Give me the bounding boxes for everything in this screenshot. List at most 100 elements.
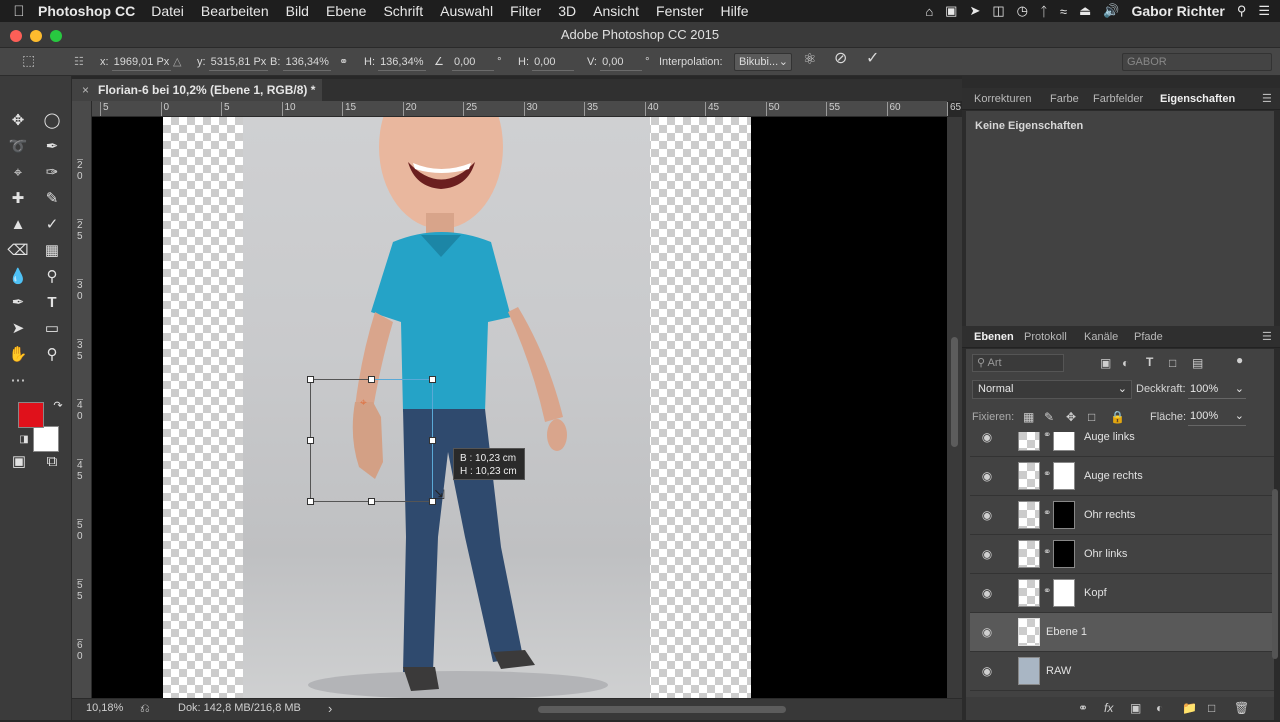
workspace-select[interactable]: GABOR xyxy=(1122,53,1272,71)
close-window-button[interactable] xyxy=(10,30,22,42)
pen-tool-icon[interactable]: ✒ xyxy=(6,291,30,315)
vskew-field[interactable]: 0,00 xyxy=(600,54,643,71)
share-icon[interactable]: ⎌ xyxy=(140,701,150,716)
vertical-scrollbar[interactable] xyxy=(947,117,962,698)
menu-auswahl[interactable]: Auswahl xyxy=(440,3,493,19)
menu-ebene[interactable]: Ebene xyxy=(326,3,366,19)
vertical-ruler[interactable]: 2 02 53 03 54 04 55 05 56 06 5 xyxy=(72,101,92,722)
transform-handle[interactable] xyxy=(307,498,314,505)
horizontal-ruler[interactable]: 5 0 5 10 15 20 25 30 35 40 45 50 55 60 65 xyxy=(92,101,961,117)
transform-bounding-box[interactable] xyxy=(310,379,433,502)
lock-artboard-icon[interactable]: □ xyxy=(1088,410,1095,424)
blur-tool-icon[interactable]: 💧 xyxy=(6,265,30,289)
notification-center-icon[interactable]: ☰ xyxy=(1258,3,1270,19)
default-colors-icon[interactable]: ◨ xyxy=(12,428,36,452)
layer-row[interactable]: ◉ ⚭ Kopf xyxy=(970,574,1274,613)
tab-eigenschaften[interactable]: Eigenschaften xyxy=(1160,88,1235,110)
filter-type-icon[interactable]: T xyxy=(1146,355,1153,369)
menu-ansicht[interactable]: Ansicht xyxy=(593,3,639,19)
transform-handle[interactable] xyxy=(429,437,436,444)
layers-panel-menu-icon[interactable]: ☰ xyxy=(1262,326,1272,348)
clone-stamp-tool-icon[interactable]: ▲ xyxy=(6,213,30,237)
tab-kanaele[interactable]: Kanäle xyxy=(1084,326,1118,348)
volume-icon[interactable]: 🔊 xyxy=(1103,3,1119,19)
y-field[interactable]: 5315,81 Px xyxy=(208,54,269,71)
menu-bild[interactable]: Bild xyxy=(286,3,309,19)
zoom-level[interactable]: 10,18% xyxy=(86,702,123,714)
eye-icon[interactable]: ◉ xyxy=(980,469,994,483)
lasso-tool-icon[interactable]: ➰ xyxy=(6,135,30,159)
transform-handle[interactable] xyxy=(307,437,314,444)
type-tool-icon[interactable]: T xyxy=(40,291,64,315)
close-tab-icon[interactable]: × xyxy=(82,79,89,101)
eye-icon[interactable]: ◉ xyxy=(980,664,994,678)
panel-menu-icon[interactable]: ☰ xyxy=(1262,88,1272,110)
spotlight-search-icon[interactable]: ⚲ xyxy=(1237,3,1247,19)
layers-scroll-thumb[interactable] xyxy=(1272,489,1278,659)
quick-mask-icon[interactable]: ▣ xyxy=(7,450,31,474)
layer-mask-thumbnail[interactable] xyxy=(1053,579,1075,607)
move-tool-icon[interactable]: ✥ xyxy=(6,109,30,133)
dodge-tool-icon[interactable]: ⚲ xyxy=(40,265,64,289)
add-mask-icon[interactable]: ▣ xyxy=(1130,701,1141,715)
user-name[interactable]: Gabor Richter xyxy=(1131,3,1224,19)
link-icon[interactable]: ⚭ xyxy=(1043,547,1051,558)
eyedropper-tool-icon[interactable]: ✑ xyxy=(40,161,64,185)
layer-row[interactable]: ◉ ⚭ Auge links xyxy=(970,432,1274,457)
display-icon[interactable]: ◫ xyxy=(992,3,1004,19)
transform-handle[interactable] xyxy=(307,376,314,383)
photo-icon[interactable]: ▣ xyxy=(945,3,957,19)
transform-handle[interactable] xyxy=(429,376,436,383)
home-icon[interactable]: ⌂ xyxy=(925,4,933,19)
screen-mode-icon[interactable]: ⧉ xyxy=(40,450,64,474)
new-group-icon[interactable]: 📁 xyxy=(1182,701,1197,715)
filter-pixel-icon[interactable]: ▣ xyxy=(1100,356,1111,370)
width-field[interactable]: 136,34% xyxy=(283,54,331,71)
filter-adjustment-icon[interactable]: ◐ xyxy=(1122,356,1129,370)
marquee-tool-icon[interactable]: ◯ xyxy=(40,109,64,133)
layer-mask-thumbnail[interactable] xyxy=(1053,501,1075,529)
tab-farbfelder[interactable]: Farbfelder xyxy=(1093,88,1143,110)
adjustment-layer-icon[interactable]: ◐ xyxy=(1156,701,1163,715)
transform-handle[interactable] xyxy=(368,498,375,505)
foreground-color-swatch[interactable] xyxy=(18,402,44,428)
layer-filter-select[interactable]: ⚲ Art xyxy=(972,354,1064,372)
x-field[interactable]: 1969,01 Px xyxy=(111,54,172,71)
tab-pfade[interactable]: Pfade xyxy=(1134,326,1163,348)
lock-position-icon[interactable]: ✥ xyxy=(1066,410,1076,424)
blend-mode-select[interactable]: Normal ⌄ xyxy=(972,380,1132,399)
eye-icon[interactable]: ◉ xyxy=(980,508,994,522)
layer-row[interactable]: ◉ ⚭ Ohr links xyxy=(970,535,1274,574)
layer-mask-thumbnail[interactable] xyxy=(1053,540,1075,568)
menu-hilfe[interactable]: Hilfe xyxy=(721,3,749,19)
layer-style-icon[interactable]: fx xyxy=(1104,701,1113,715)
transform-tool-icon[interactable]: ⬚ xyxy=(22,52,35,68)
filter-smart-object-icon[interactable]: ▤ xyxy=(1192,356,1203,370)
link-icon[interactable]: ⚭ xyxy=(339,54,348,70)
transform-handle[interactable] xyxy=(368,376,375,383)
eject-icon[interactable]: ⏏ xyxy=(1079,3,1091,19)
link-icon[interactable]: ⚭ xyxy=(1043,586,1051,597)
link-icon[interactable]: ⚭ xyxy=(1043,469,1051,480)
app-menu[interactable]: Photoshop CC xyxy=(38,3,135,19)
menu-3d[interactable]: 3D xyxy=(558,3,576,19)
eye-icon[interactable]: ◉ xyxy=(980,432,994,444)
lock-all-icon[interactable]: 🔒 xyxy=(1110,410,1125,424)
eye-icon[interactable]: ◉ xyxy=(980,586,994,600)
tab-farbe[interactable]: Farbe xyxy=(1050,88,1079,110)
quick-selection-tool-icon[interactable]: ✒ xyxy=(40,135,64,159)
swap-colors-icon[interactable]: ↷ xyxy=(46,394,70,418)
menu-bearbeiten[interactable]: Bearbeiten xyxy=(201,3,269,19)
eraser-tool-icon[interactable]: ⌫ xyxy=(6,239,30,263)
layer-row[interactable]: ◉ ⚭ Ohr rechts xyxy=(970,496,1274,535)
link-icon[interactable]: ⚭ xyxy=(1043,508,1051,519)
crop-tool-icon[interactable]: ⌖ xyxy=(6,161,30,185)
layer-row[interactable]: ◉ RAW xyxy=(970,652,1274,691)
reference-point-icon[interactable]: ☷ xyxy=(74,54,84,70)
warp-mode-icon[interactable]: ⚛ xyxy=(803,52,816,68)
healing-brush-tool-icon[interactable]: ✚ xyxy=(6,187,30,211)
tab-korrekturen[interactable]: Korrekturen xyxy=(974,88,1031,110)
menu-fenster[interactable]: Fenster xyxy=(656,3,703,19)
hand-tool-icon[interactable]: ✋ xyxy=(6,343,30,367)
eye-icon[interactable]: ◉ xyxy=(980,625,994,639)
